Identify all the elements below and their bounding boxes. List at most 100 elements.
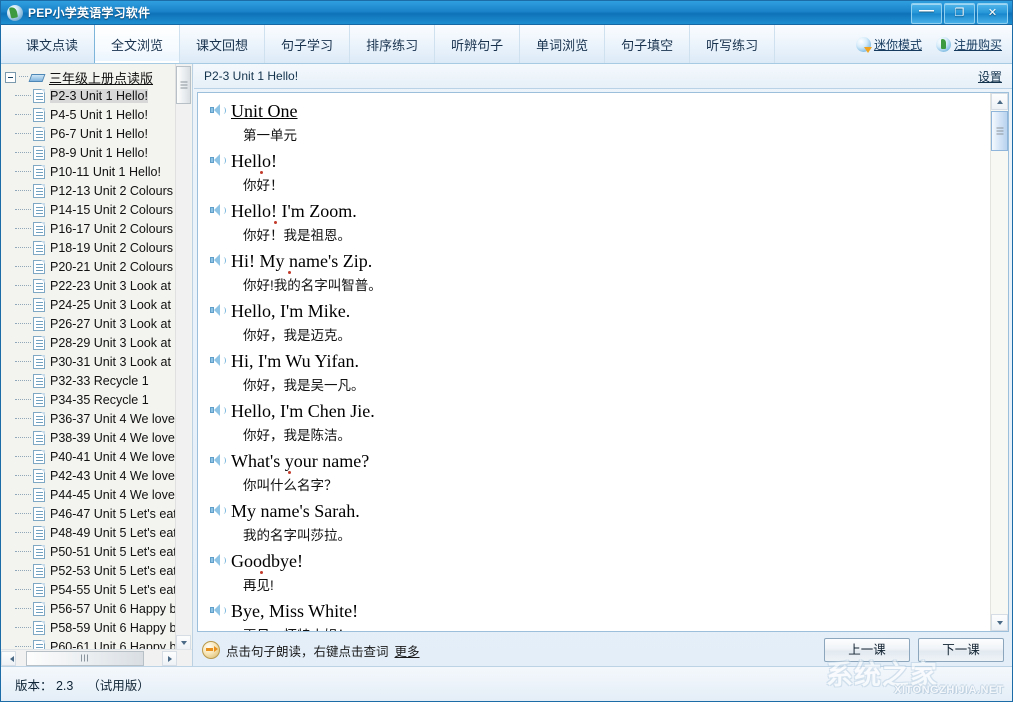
tree-item-12[interactable]: P26-27 Unit 3 Look at me! — [1, 314, 179, 333]
hint-text: 点击句子朗读，右键点击查词 — [226, 641, 389, 660]
tree-item-24[interactable]: P50-51 Unit 5 Let's eat! — [1, 542, 179, 561]
sentence-english-text[interactable]: Hi! My name's Zip. — [231, 249, 372, 273]
sound-wave-icon — [221, 607, 226, 614]
tree-item-10[interactable]: P22-23 Unit 3 Look at me! — [1, 276, 179, 295]
tree-scroll-right-arrow[interactable] — [162, 651, 177, 666]
tab-2[interactable]: 课文回想 — [179, 25, 265, 63]
tab-4[interactable]: 排序练习 — [349, 25, 435, 63]
speaker-icon[interactable] — [210, 304, 224, 317]
speaker-icon[interactable] — [210, 204, 224, 217]
tree-item-2[interactable]: P6-7 Unit 1 Hello! — [1, 124, 179, 143]
tree-item-5[interactable]: P12-13 Unit 2 Colours — [1, 181, 179, 200]
previous-lesson-button[interactable]: 上一课 — [824, 638, 910, 662]
page-icon — [33, 184, 45, 198]
speaker-icon[interactable] — [210, 154, 224, 167]
tree-item-20[interactable]: P42-43 Unit 4 We love animals — [1, 466, 179, 485]
sound-wave-icon — [221, 157, 226, 164]
tab-3[interactable]: 句子学习 — [264, 25, 350, 63]
sentence-english-text[interactable]: Unit One — [231, 99, 298, 123]
tab-7[interactable]: 句子填空 — [604, 25, 690, 63]
settings-link[interactable]: 设置 — [978, 68, 1002, 85]
tree-item-26[interactable]: P54-55 Unit 5 Let's eat! — [1, 580, 179, 599]
page-icon — [33, 317, 45, 331]
tree-item-23[interactable]: P48-49 Unit 5 Let's eat! — [1, 523, 179, 542]
speaker-icon[interactable] — [210, 104, 224, 117]
tab-0[interactable]: 课文点读 — [9, 25, 95, 63]
tree-hscroll-thumb[interactable] — [26, 651, 144, 666]
tree-item-22[interactable]: P46-47 Unit 5 Let's eat! — [1, 504, 179, 523]
tree-connector — [15, 304, 31, 306]
reader-scroll-up-arrow[interactable] — [991, 93, 1008, 110]
tree-item-label: P4-5 Unit 1 Hello! — [50, 108, 148, 122]
tree-item-16[interactable]: P34-35 Recycle 1 — [1, 390, 179, 409]
tree-item-21[interactable]: P44-45 Unit 4 We love animals — [1, 485, 179, 504]
toolbar-link-0[interactable]: 迷你模式 — [856, 36, 922, 53]
sentence-english-text[interactable]: Hello, I'm Mike. — [231, 299, 350, 323]
collapse-expander-icon[interactable] — [5, 72, 16, 83]
reader-vscroll-thumb[interactable] — [991, 111, 1008, 151]
speaker-icon[interactable] — [210, 254, 224, 267]
sentence-chinese-text: 你好!我的名字叫智普。 — [243, 278, 382, 293]
page-icon — [33, 526, 45, 540]
tab-6[interactable]: 单词浏览 — [519, 25, 605, 63]
reader-scroll-down-arrow[interactable] — [991, 614, 1008, 631]
sentence-english-text[interactable]: My name's Sarah. — [231, 499, 360, 523]
tree-item-25[interactable]: P52-53 Unit 5 Let's eat! — [1, 561, 179, 580]
tree-item-0[interactable]: P2-3 Unit 1 Hello! — [1, 86, 179, 105]
red-dot-marker — [288, 471, 291, 474]
toolbar-link-1[interactable]: 注册购买 — [936, 36, 1002, 53]
tree-item-18[interactable]: P38-39 Unit 4 We love animals — [1, 428, 179, 447]
close-button[interactable]: ✕ — [977, 3, 1008, 24]
maximize-button[interactable]: ❐ — [944, 3, 975, 24]
tree-vertical-scrollbar[interactable] — [175, 64, 191, 650]
speaker-icon[interactable] — [210, 604, 224, 617]
sentence-english-text[interactable]: Hello! — [231, 149, 277, 173]
tree-scroll-left-arrow[interactable] — [1, 651, 16, 666]
speaker-icon[interactable] — [210, 454, 224, 467]
next-lesson-button[interactable]: 下一课 — [918, 638, 1004, 662]
sentence-english-text[interactable]: What's your name? — [231, 449, 369, 473]
sentence-english-text[interactable]: Hello, I'm Chen Jie. — [231, 399, 375, 423]
tree-item-27[interactable]: P56-57 Unit 6 Happy birthday! — [1, 599, 179, 618]
tree-item-4[interactable]: P10-11 Unit 1 Hello! — [1, 162, 179, 181]
tree-root-node[interactable]: 三年级上册点读版 — [1, 68, 179, 86]
speaker-icon[interactable] — [210, 404, 224, 417]
sentence-english-text[interactable]: Hello! I'm Zoom. — [231, 199, 357, 223]
tree-item-13[interactable]: P28-29 Unit 3 Look at me! — [1, 333, 179, 352]
tree-item-1[interactable]: P4-5 Unit 1 Hello! — [1, 105, 179, 124]
speaker-icon[interactable] — [210, 504, 224, 517]
tab-8[interactable]: 听写练习 — [689, 25, 775, 63]
tree-item-28[interactable]: P58-59 Unit 6 Happy birthday! — [1, 618, 179, 637]
tree-item-11[interactable]: P24-25 Unit 3 Look at me! — [1, 295, 179, 314]
sentence-chinese-row: 再见，怀特小姐！ — [208, 625, 991, 631]
page-icon — [33, 260, 45, 274]
tree-item-9[interactable]: P20-21 Unit 2 Colours — [1, 257, 179, 276]
scroll-grip — [180, 82, 187, 89]
sentence-english-text[interactable]: Hi, I'm Wu Yifan. — [231, 349, 359, 373]
sentence-english-text[interactable]: Bye, Miss White! — [231, 599, 358, 623]
red-dot-marker — [260, 571, 263, 574]
reader-vertical-scrollbar[interactable] — [990, 93, 1008, 631]
tree-item-14[interactable]: P30-31 Unit 3 Look at me! — [1, 352, 179, 371]
page-icon — [33, 374, 45, 388]
tab-5[interactable]: 听辨句子 — [434, 25, 520, 63]
speaker-icon[interactable] — [210, 554, 224, 567]
tab-1[interactable]: 全文浏览 — [94, 25, 180, 63]
tree-item-19[interactable]: P40-41 Unit 4 We love animals — [1, 447, 179, 466]
tree-horizontal-scrollbar[interactable] — [1, 649, 193, 666]
tree-item-7[interactable]: P16-17 Unit 2 Colours — [1, 219, 179, 238]
hint-more-link[interactable]: 更多 — [395, 641, 420, 660]
tree-item-17[interactable]: P36-37 Unit 4 We love animals — [1, 409, 179, 428]
sentence-english-text[interactable]: Goodbye! — [231, 549, 303, 573]
lesson-tree-panel: 三年级上册点读版 P2-3 Unit 1 Hello! P4-5 Unit 1 H… — [1, 64, 193, 666]
tab-label: 单词浏览 — [536, 35, 588, 54]
tree-item-3[interactable]: P8-9 Unit 1 Hello! — [1, 143, 179, 162]
tree-item-8[interactable]: P18-19 Unit 2 Colours — [1, 238, 179, 257]
minimize-button[interactable]: — — [911, 3, 942, 24]
tab-label: 听写练习 — [706, 35, 758, 54]
tree-scroll-down-arrow[interactable] — [176, 635, 191, 650]
speaker-icon[interactable] — [210, 354, 224, 367]
tree-item-15[interactable]: P32-33 Recycle 1 — [1, 371, 179, 390]
tree-item-6[interactable]: P14-15 Unit 2 Colours — [1, 200, 179, 219]
tree-vscroll-thumb[interactable] — [176, 66, 191, 104]
